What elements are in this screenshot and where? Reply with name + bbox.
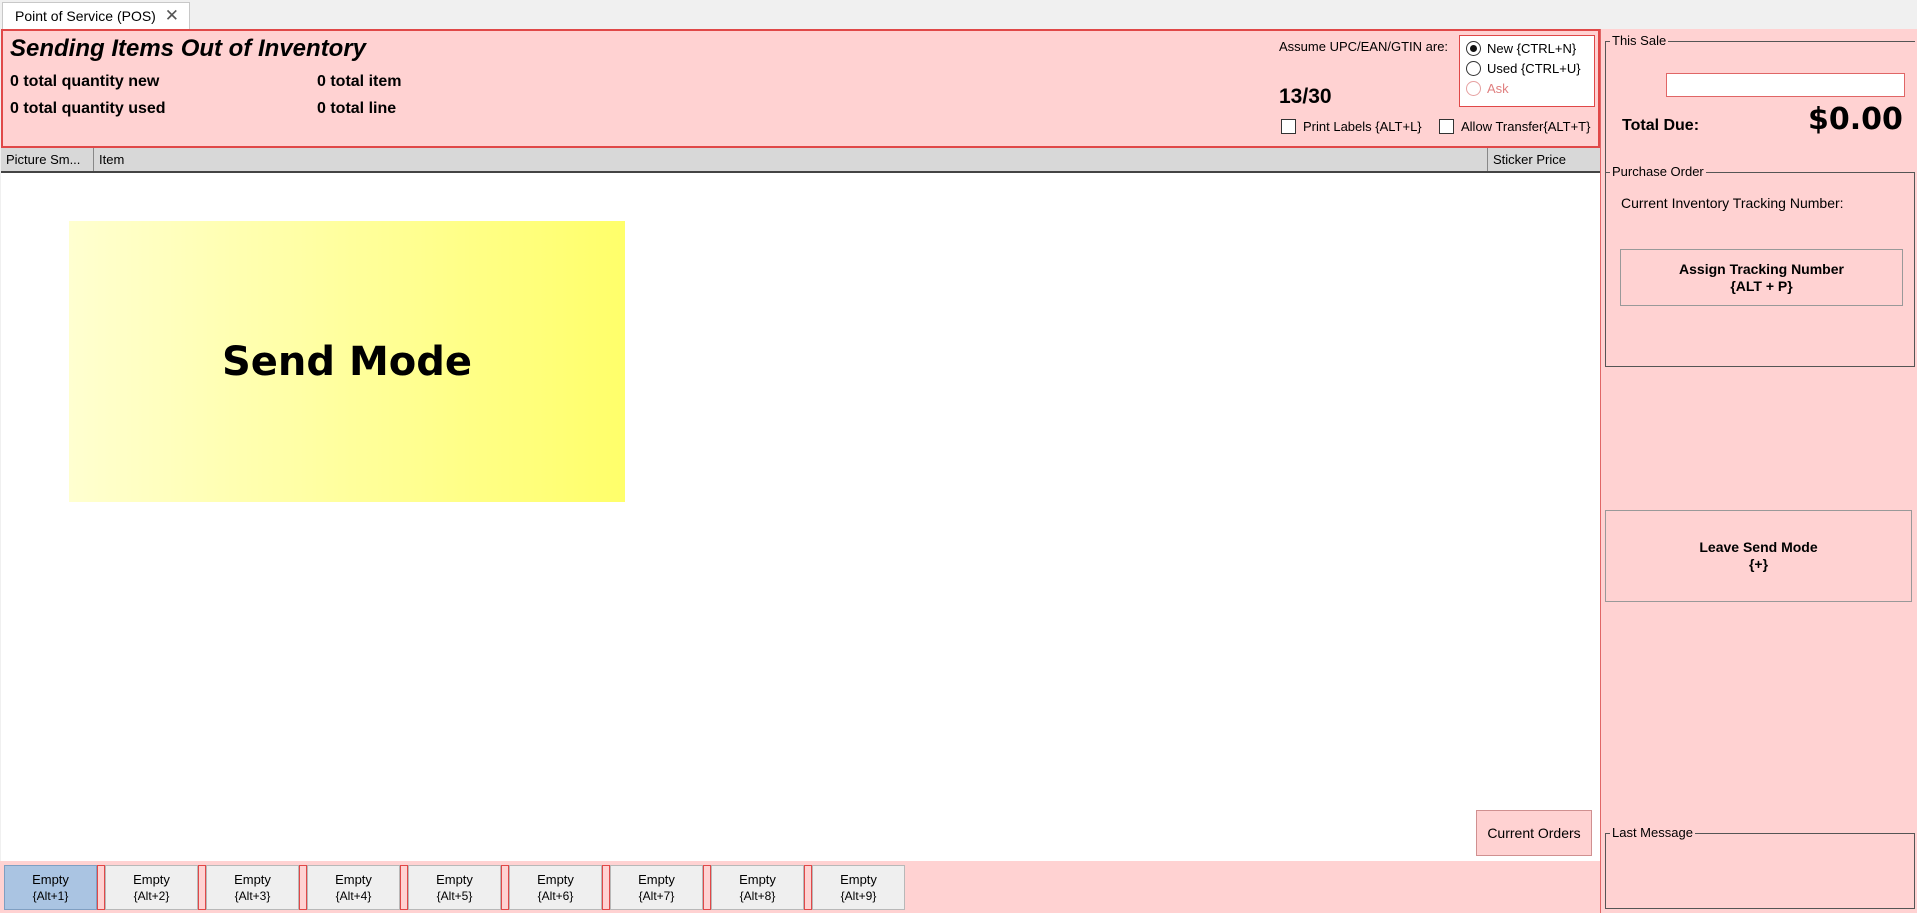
radio-used-label: Used {CTRL+U} [1487, 61, 1581, 76]
hotkey-label: Empty [840, 871, 877, 887]
hotkey-label: Empty [335, 871, 372, 887]
leave-send-mode-shortcut: {+} [1748, 556, 1769, 572]
allow-transfer-checkbox[interactable]: Allow Transfer{ALT+T} [1439, 119, 1590, 134]
radio-new-indicator[interactable] [1466, 41, 1481, 56]
hotkey-button-6[interactable]: Empty {Alt+6} [509, 865, 602, 910]
assign-button-label: Assign Tracking Number [1679, 260, 1844, 277]
hotkey-button-3[interactable]: Empty {Alt+3} [206, 865, 299, 910]
hotkey-separator [400, 865, 408, 910]
print-labels-box[interactable] [1281, 119, 1296, 134]
hotkey-shortcut: {Alt+8} [739, 888, 776, 903]
item-count: 13/30 [1279, 85, 1332, 108]
hotkey-label: Empty [436, 871, 473, 887]
hotkey-button-8[interactable]: Empty {Alt+8} [711, 865, 804, 910]
tab-strip: Point of Service (POS) ✕ [0, 0, 1917, 29]
hotkey-shortcut: {Alt+5} [436, 888, 473, 903]
stat-total-line: 0 total line [317, 100, 397, 117]
hotkey-shortcut: {Alt+1} [32, 888, 69, 903]
stat-total-item: 0 total item [317, 73, 402, 90]
column-header-sticker-price[interactable]: Sticker Price [1487, 148, 1600, 171]
assign-button-shortcut: {ALT + P} [1730, 277, 1793, 294]
hotkey-label: Empty [638, 871, 675, 887]
total-due-label: Total Due: [1622, 117, 1700, 134]
column-header-item[interactable]: Item [94, 148, 1487, 171]
hotkey-button-4[interactable]: Empty {Alt+4} [307, 865, 400, 910]
hotkey-separator [299, 865, 307, 910]
hotkey-button-2[interactable]: Empty {Alt+2} [105, 865, 198, 910]
hotkey-separator [804, 865, 812, 910]
hotkey-separator [501, 865, 509, 910]
tab-label: Point of Service (POS) [15, 8, 156, 24]
column-header-picture[interactable]: Picture Sm... [1, 148, 94, 171]
radio-ask-label: Ask [1487, 81, 1509, 96]
hotkey-label: Empty [739, 871, 776, 887]
allow-transfer-box[interactable] [1439, 119, 1454, 134]
hotkey-shortcut: {Alt+2} [133, 888, 170, 903]
send-mode-banner: Send Mode [69, 221, 625, 502]
grid-header: Picture Sm... Item Sticker Price [1, 148, 1600, 173]
hotkey-label: Empty [32, 871, 69, 887]
purchase-order-title: Purchase Order [1610, 164, 1706, 179]
radio-ask-indicator [1466, 81, 1481, 96]
radio-used-indicator[interactable] [1466, 61, 1481, 76]
hotkey-separator [97, 865, 105, 910]
radio-ask: Ask [1466, 81, 1509, 96]
condition-radio-group: New {CTRL+N} Used {CTRL+U} Ask [1459, 35, 1595, 107]
hotkey-label: Empty [133, 871, 170, 887]
last-message-title: Last Message [1610, 825, 1695, 840]
assume-label: Assume UPC/EAN/GTIN are: [1279, 39, 1449, 54]
assign-tracking-number-button[interactable]: Assign Tracking Number {ALT + P} [1620, 249, 1903, 306]
leave-send-mode-label: Leave Send Mode [1699, 539, 1818, 555]
page-title: Sending Items Out of Inventory [10, 35, 367, 62]
hotkey-shortcut: {Alt+7} [638, 888, 675, 903]
close-icon[interactable]: ✕ [165, 6, 179, 26]
allow-transfer-label: Allow Transfer{ALT+T} [1461, 119, 1591, 134]
hotkey-label: Empty [234, 871, 271, 887]
radio-new[interactable]: New {CTRL+N} [1466, 41, 1576, 56]
hotkey-separator [703, 865, 711, 910]
hotkey-button-1[interactable]: Empty {Alt+1} [4, 865, 97, 910]
stat-qty-new: 0 total quantity new [10, 73, 160, 90]
hotkey-button-9[interactable]: Empty {Alt+9} [812, 865, 905, 910]
last-message-group: Last Message [1605, 825, 1915, 909]
tab-pos[interactable]: Point of Service (POS) ✕ [2, 2, 190, 29]
tracking-number-label: Current Inventory Tracking Number: [1621, 195, 1844, 211]
hotkey-button-7[interactable]: Empty {Alt+7} [610, 865, 703, 910]
right-panel: This Sale Total Due: $0.00 Purchase Orde… [1600, 29, 1917, 913]
hotkey-shortcut: {Alt+6} [537, 888, 574, 903]
hotkey-separator [198, 865, 206, 910]
hotkey-button-5[interactable]: Empty {Alt+5} [408, 865, 501, 910]
print-labels-checkbox[interactable]: Print Labels {ALT+L} [1281, 119, 1422, 134]
header-panel: Sending Items Out of Inventory 0 total q… [1, 29, 1600, 148]
hotkey-shortcut: {Alt+9} [840, 888, 877, 903]
hotkey-shortcut: {Alt+3} [234, 888, 271, 903]
hotkey-strip: Empty {Alt+1} Empty {Alt+2} Empty {Alt+3… [0, 861, 1601, 913]
current-orders-button[interactable]: Current Orders [1476, 810, 1592, 856]
hotkey-shortcut: {Alt+4} [335, 888, 372, 903]
this-sale-title: This Sale [1610, 33, 1669, 48]
hotkey-label: Empty [537, 871, 574, 887]
leave-send-mode-button[interactable]: Leave Send Mode {+} [1605, 510, 1912, 602]
radio-used[interactable]: Used {CTRL+U} [1466, 61, 1581, 76]
radio-new-label: New {CTRL+N} [1487, 41, 1577, 56]
purchase-order-group: Purchase Order Current Inventory Trackin… [1605, 164, 1915, 367]
total-due-value: $0.00 [1808, 102, 1903, 137]
sale-input[interactable] [1666, 73, 1905, 97]
hotkey-separator [602, 865, 610, 910]
stat-qty-used: 0 total quantity used [10, 100, 166, 117]
print-labels-label: Print Labels {ALT+L} [1303, 119, 1422, 134]
